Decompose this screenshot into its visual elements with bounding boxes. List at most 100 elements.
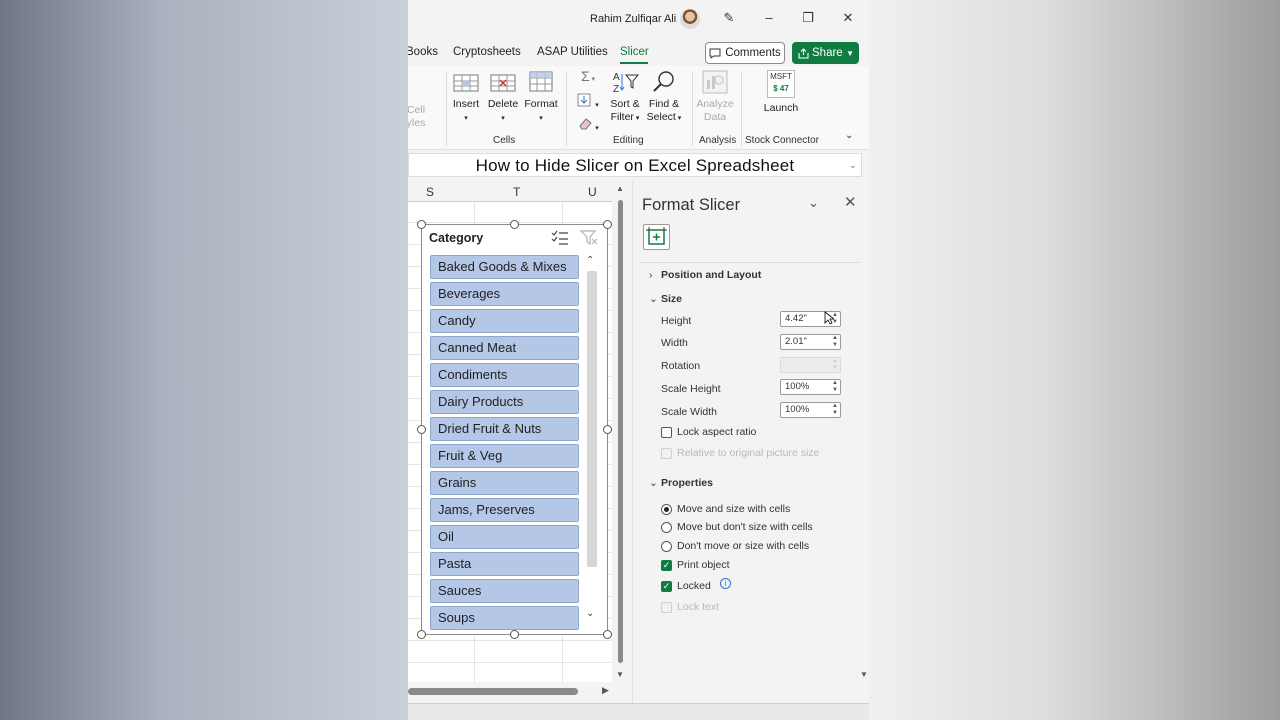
chevron-down-icon[interactable]: ⌄ <box>586 608 594 619</box>
slicer-item[interactable]: Dairy Products <box>430 390 579 414</box>
close-icon[interactable]: ✕ <box>844 193 857 211</box>
analysis-group-label: Analysis <box>699 135 737 146</box>
dont-move-radio[interactable]: Don't move or size with cells <box>661 540 809 552</box>
slicer-item[interactable]: Candy <box>430 309 579 333</box>
slicer-item[interactable]: Grains <box>430 471 579 495</box>
slicer-scrollbar-thumb[interactable] <box>587 271 597 567</box>
tab-cryptosheets[interactable]: Cryptosheets <box>453 46 521 58</box>
spinner-arrows-icon[interactable]: ▲ ▼ <box>832 380 838 394</box>
worksheet-horizontal-scrollbar[interactable]: ▶ <box>408 683 614 699</box>
spinner-arrows-icon[interactable]: ▲ ▼ <box>832 403 838 417</box>
lock-aspect-ratio-checkbox[interactable]: Lock aspect ratio <box>661 426 756 438</box>
multi-select-icon[interactable] <box>551 230 569 246</box>
position-layout-section[interactable]: › Position and Layout <box>649 269 761 281</box>
clear-filter-icon[interactable] <box>580 230 598 246</box>
resize-handle[interactable] <box>417 630 426 639</box>
close-icon[interactable]: ✕ <box>838 10 858 26</box>
slicer-item[interactable]: Baked Goods & Mixes <box>430 255 579 279</box>
radio-selected[interactable] <box>661 503 672 515</box>
slicer-item[interactable]: Fruit & Veg <box>430 444 579 468</box>
locked-checkbox[interactable]: ✓ Locked i <box>661 577 731 592</box>
resize-handle[interactable] <box>417 425 426 434</box>
insert-button[interactable]: Insert ▾ <box>450 72 482 125</box>
share-dropdown-icon[interactable]: ▼ <box>846 49 854 58</box>
slicer-item[interactable]: Pasta <box>430 552 579 576</box>
move-no-size-radio[interactable]: Move but don't size with cells <box>661 521 813 533</box>
scroll-down-icon[interactable]: ▼ <box>860 670 868 679</box>
slicer-item[interactable]: Oil <box>430 525 579 549</box>
scroll-down-icon[interactable]: ▼ <box>616 670 624 679</box>
width-input[interactable]: 2.01" ▲ ▼ <box>780 334 841 350</box>
radio-unselected[interactable] <box>661 521 672 533</box>
slicer-scrollbar[interactable]: ⌃ ⌄ <box>584 255 600 627</box>
print-object-checkbox[interactable]: ✓ Print object <box>661 559 730 571</box>
cell-styles-button[interactable]: Cell yles <box>408 104 426 130</box>
tab-books[interactable]: Books <box>408 46 438 58</box>
comments-button[interactable]: Comments <box>705 42 785 64</box>
slicer-item[interactable]: Beverages <box>430 282 579 306</box>
delete-cells-icon <box>490 74 516 92</box>
stock-launch-button[interactable]: MSFT $ 47 Launch <box>762 70 800 115</box>
chevron-down-icon[interactable]: ⌄ <box>808 195 819 211</box>
analyze-data-button[interactable]: Analyze Data <box>695 70 735 124</box>
category-slicer[interactable]: Category Baked Goods & Mixes Beverages C… <box>421 224 608 635</box>
resize-handle[interactable] <box>510 220 519 229</box>
pen-icon[interactable]: ✎ <box>719 10 739 26</box>
slicer-item[interactable]: Canned Meat <box>430 336 579 360</box>
column-header-u[interactable]: U <box>588 185 597 199</box>
resize-handle[interactable] <box>603 220 612 229</box>
fill-button[interactable]: ▾ <box>573 93 603 112</box>
minimize-icon[interactable]: – <box>759 10 779 25</box>
properties-section[interactable]: ⌄ Properties <box>649 477 713 489</box>
delete-button[interactable]: Delete ▾ <box>487 72 519 125</box>
find-select-button[interactable]: Find & Select ▾ <box>646 70 682 125</box>
chevron-up-icon[interactable]: ⌃ <box>586 255 594 266</box>
scroll-up-icon[interactable]: ▲ <box>616 184 624 193</box>
scale-width-label: Scale Width <box>661 406 718 418</box>
tab-asap-utilities[interactable]: ASAP Utilities <box>537 46 608 58</box>
radio-unselected[interactable] <box>661 540 672 552</box>
worksheet-vertical-scrollbar[interactable]: ▲ ▼ <box>614 182 626 682</box>
column-header-s[interactable]: S <box>426 185 434 199</box>
mouse-cursor-icon <box>824 311 834 325</box>
scrollbar-thumb[interactable] <box>618 200 623 663</box>
slicer-item[interactable]: Jams, Preserves <box>430 498 579 522</box>
eraser-icon <box>579 118 592 130</box>
format-button[interactable]: Format ▾ <box>523 70 559 125</box>
ribbon-expand-icon[interactable]: ⌄ <box>845 130 853 141</box>
scroll-right-icon[interactable]: ▶ <box>602 685 609 696</box>
spinner-arrows-icon[interactable]: ▲ ▼ <box>832 335 838 349</box>
tab-slicer[interactable]: Slicer <box>620 46 649 58</box>
resize-handle[interactable] <box>603 425 612 434</box>
slicer-item[interactable]: Soups <box>430 606 579 630</box>
sort-filter-button[interactable]: AZ Sort & Filter ▾ <box>607 70 643 125</box>
scale-height-value: 100% <box>785 381 810 392</box>
autosum-button[interactable]: Σ ▾ <box>573 69 603 86</box>
pane-scrollbar[interactable]: ▼ <box>859 182 869 703</box>
size-section[interactable]: ⌄ Size <box>649 293 682 305</box>
slicer-item[interactable]: Sauces <box>430 579 579 603</box>
move-size-radio[interactable]: Move and size with cells <box>661 503 790 515</box>
checkbox-box[interactable] <box>661 426 672 438</box>
scale-width-input[interactable]: 100% ▲ ▼ <box>780 402 841 418</box>
slicer-item[interactable]: Condiments <box>430 363 579 387</box>
clear-button[interactable]: ▾ <box>573 116 603 135</box>
slicer-item[interactable]: Dried Fruit & Nuts <box>430 417 579 441</box>
avatar[interactable] <box>680 9 700 29</box>
scale-height-input[interactable]: 100% ▲ ▼ <box>780 379 841 395</box>
size-properties-tab[interactable] <box>643 224 670 250</box>
resize-handle[interactable] <box>417 220 426 229</box>
info-icon[interactable]: i <box>719 577 731 589</box>
resize-handle[interactable] <box>510 630 519 639</box>
checkbox-checked-icon[interactable]: ✓ <box>661 580 672 592</box>
column-header-t[interactable]: T <box>513 185 520 199</box>
checkbox-checked-icon[interactable]: ✓ <box>661 559 672 571</box>
locked-label: Locked <box>677 580 711 592</box>
scrollbar-thumb[interactable] <box>408 688 578 695</box>
resize-handle[interactable] <box>603 630 612 639</box>
share-button[interactable]: Share ▼ <box>792 42 859 64</box>
lock-aspect-ratio-label: Lock aspect ratio <box>677 426 757 438</box>
position-layout-label: Position and Layout <box>661 269 762 281</box>
restore-icon[interactable]: ❐ <box>798 10 818 26</box>
formula-bar-expand-icon[interactable]: ⌄ <box>849 160 857 171</box>
